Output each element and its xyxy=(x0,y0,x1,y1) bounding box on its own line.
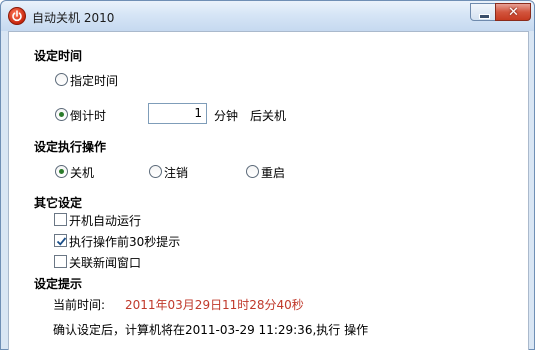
other-settings-heading: 其它设定 xyxy=(34,196,83,210)
window-title: 自动关机 2010 xyxy=(32,11,115,25)
minutes-unit-label: 分钟 xyxy=(214,109,239,123)
checkbox-warn-30s[interactable] xyxy=(54,234,67,247)
checkbox-news-window-label[interactable]: 关联新闻窗口 xyxy=(69,254,141,271)
radio-specified-time-label[interactable]: 指定时间 xyxy=(70,72,118,89)
set-time-heading: 设定时间 xyxy=(34,49,83,63)
radio-specified-time[interactable] xyxy=(55,73,68,86)
radio-logoff[interactable] xyxy=(149,165,162,178)
radio-shutdown[interactable] xyxy=(55,165,68,178)
checkbox-warn-30s-label[interactable]: 执行操作前30秒提示 xyxy=(69,233,180,250)
minutes-input[interactable]: 1 xyxy=(148,103,207,124)
set-action-heading: 设定执行操作 xyxy=(34,140,107,154)
check-icon xyxy=(56,237,67,246)
checkbox-news-window[interactable] xyxy=(54,255,67,268)
radio-logoff-label[interactable]: 注销 xyxy=(164,164,188,181)
radio-shutdown-label[interactable]: 关机 xyxy=(70,164,94,181)
checkbox-autostart-label[interactable]: 开机自动运行 xyxy=(69,212,141,229)
prompt-heading: 设定提示 xyxy=(34,277,83,291)
current-time-label: 当前时间: xyxy=(53,298,106,312)
radio-restart[interactable] xyxy=(246,165,259,178)
radio-countdown[interactable] xyxy=(55,108,68,121)
current-clock-value: 11时28分40秒 xyxy=(222,298,304,312)
app-window: 自动关机 2010 ✕ 设定时间 指定时间 倒计时 1 分钟 后关机 设定执行操… xyxy=(0,0,535,350)
power-icon xyxy=(8,7,26,25)
confirm-text: 确认设定后，计算机将在2011-03-29 11:29:36,执行 操作 xyxy=(53,323,369,337)
after-shutdown-label: 后关机 xyxy=(250,109,287,123)
checkbox-autostart[interactable] xyxy=(54,213,67,226)
close-icon: ✕ xyxy=(508,5,519,20)
radio-restart-label[interactable]: 重启 xyxy=(261,164,285,181)
minimize-button[interactable] xyxy=(470,3,496,21)
title-bar[interactable]: 自动关机 2010 ✕ xyxy=(1,1,534,31)
radio-countdown-label[interactable]: 倒计时 xyxy=(70,107,106,124)
close-button[interactable]: ✕ xyxy=(495,3,531,21)
current-date-value: 2011年03月29日 xyxy=(125,298,223,312)
